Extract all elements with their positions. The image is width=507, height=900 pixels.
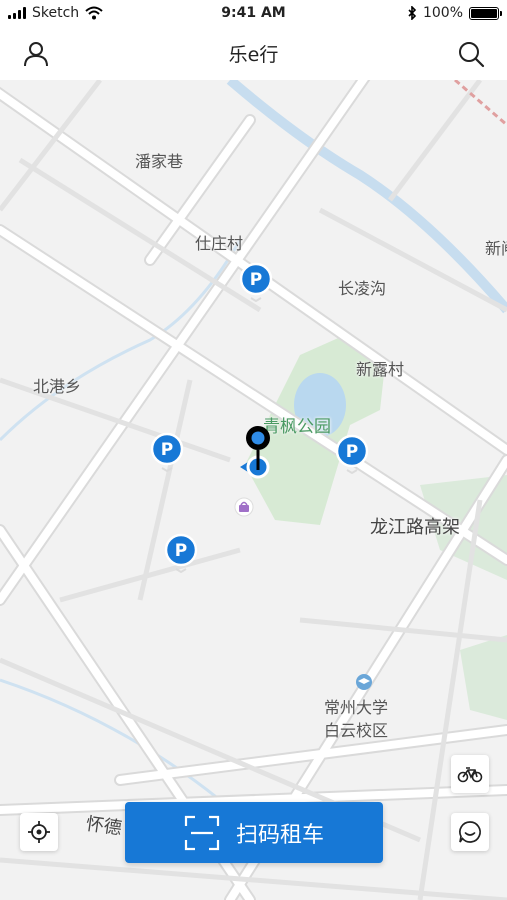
shopping-icon xyxy=(234,497,254,517)
chat-icon xyxy=(459,821,481,843)
bike-filter-button[interactable] xyxy=(451,755,489,793)
battery-fill xyxy=(471,8,497,18)
place-label: 新闸 xyxy=(485,239,507,258)
status-bar: Sketch 9:41 AM 100% xyxy=(0,0,507,28)
map-view[interactable]: 潘家巷 仕庄村 长凌沟 新露村 新闸 北港乡 青枫公园 龙江路高架 常州大学 白… xyxy=(0,80,507,900)
parking-icon: P xyxy=(239,262,273,303)
page-title: 乐e行 xyxy=(228,44,279,66)
place-label: 白云校区 xyxy=(324,721,389,740)
parking-icon: P xyxy=(164,533,198,574)
locate-button[interactable] xyxy=(20,813,58,851)
bicycle-icon xyxy=(457,767,483,783)
parking-marker[interactable]: P xyxy=(239,262,273,303)
road-label: 怀德 xyxy=(84,813,124,840)
bluetooth-icon xyxy=(408,6,417,20)
scan-rent-label: 扫码租车 xyxy=(235,822,324,848)
scan-icon xyxy=(184,815,220,850)
place-label: 北港乡 xyxy=(33,377,82,396)
search-button[interactable] xyxy=(455,38,487,70)
parking-label: P xyxy=(250,270,262,290)
search-icon xyxy=(459,42,485,68)
nav-bar: 乐e行 xyxy=(0,28,507,80)
parking-marker[interactable]: P xyxy=(335,434,369,475)
scan-rent-button[interactable]: 扫码租车 xyxy=(125,802,383,863)
place-label: 龙江路高架 xyxy=(370,517,460,538)
place-label: 常州大学 xyxy=(324,698,389,717)
status-right: 100% xyxy=(407,5,502,21)
parking-label: P xyxy=(161,440,173,460)
current-location-marker xyxy=(240,426,270,479)
chat-button[interactable] xyxy=(451,813,489,851)
battery-icon xyxy=(469,6,502,20)
place-label: 仕庄村 xyxy=(195,234,244,253)
green-area-right-2 xyxy=(460,635,507,720)
parking-label: P xyxy=(175,541,187,561)
university-icon xyxy=(356,674,372,690)
parking-icon: P xyxy=(335,434,369,475)
battery-percent: 100% xyxy=(422,5,463,21)
parking-marker[interactable]: P xyxy=(164,533,198,574)
place-label: 新露村 xyxy=(356,360,405,379)
place-label: 长凌沟 xyxy=(338,279,387,298)
map-roads xyxy=(0,80,507,900)
parking-icon: P xyxy=(150,432,184,473)
parking-label: P xyxy=(346,442,358,462)
crosshair-icon xyxy=(28,821,50,843)
parking-marker[interactable]: P xyxy=(150,432,184,473)
river-2 xyxy=(0,239,242,442)
place-label: 潘家巷 xyxy=(135,152,184,171)
